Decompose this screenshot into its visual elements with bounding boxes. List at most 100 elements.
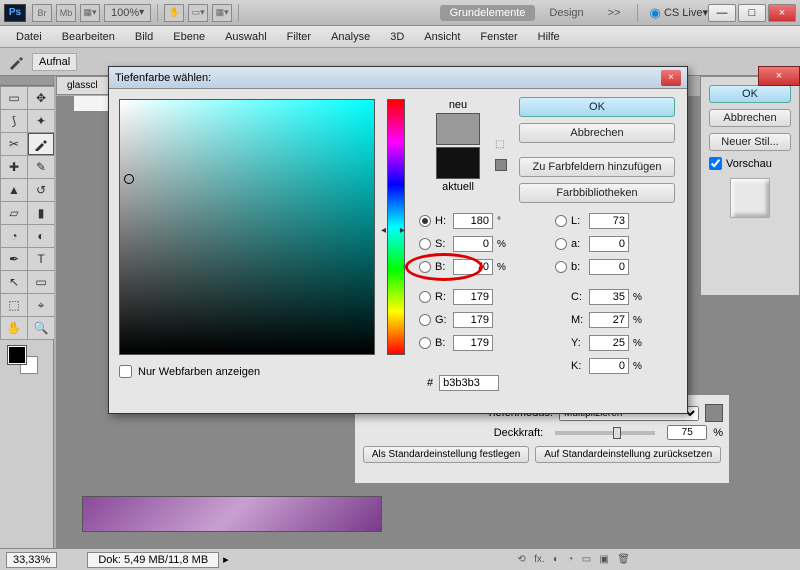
color-libraries-button[interactable]: Farbbibliotheken xyxy=(519,183,675,203)
blur-tool[interactable]: ◔ xyxy=(1,225,27,247)
3d-camera-tool[interactable]: ⌖ xyxy=(28,294,54,316)
zoom-select[interactable]: 100% ▾ xyxy=(104,4,151,22)
input-a[interactable] xyxy=(589,236,629,252)
document-tab[interactable]: glasscl xyxy=(56,76,109,95)
path-tool[interactable]: ↖ xyxy=(1,271,27,293)
options-aufnal[interactable]: Aufnal xyxy=(32,53,77,71)
brush-tool[interactable]: ✎ xyxy=(28,156,54,178)
eyedropper-tool[interactable] xyxy=(28,133,54,155)
input-s[interactable] xyxy=(453,236,493,252)
input-k[interactable] xyxy=(589,358,629,374)
side-ok-button[interactable]: OK xyxy=(709,85,791,103)
current-color-swatch[interactable] xyxy=(436,147,480,179)
input-g[interactable] xyxy=(453,312,493,328)
saturation-value-field[interactable] xyxy=(119,99,375,355)
crop-tool[interactable]: ✂ xyxy=(1,133,27,155)
radio-h[interactable] xyxy=(419,215,431,227)
menu-ebene[interactable]: Ebene xyxy=(163,28,215,46)
tab-grundelemente[interactable]: Grundelemente xyxy=(440,5,536,21)
heal-tool[interactable]: ✚ xyxy=(1,156,27,178)
input-c[interactable] xyxy=(589,289,629,305)
preview-checkbox[interactable] xyxy=(709,157,722,170)
menu-filter[interactable]: Filter xyxy=(277,28,321,46)
websafe-checkbox[interactable] xyxy=(119,365,132,378)
set-default-button[interactable]: Als Standardeinstellung festlegen xyxy=(363,446,529,463)
hue-thumb[interactable]: ◂ ▸ xyxy=(381,225,405,236)
input-m[interactable] xyxy=(589,312,629,328)
side-newstyle-button[interactable]: Neuer Stil... xyxy=(709,133,791,151)
3d-tool[interactable]: ⬚ xyxy=(1,294,27,316)
cube-icon[interactable]: ⬚ xyxy=(495,139,504,150)
input-b[interactable] xyxy=(453,259,493,275)
radio-lb[interactable] xyxy=(555,261,567,273)
menu-bearbeiten[interactable]: Bearbeiten xyxy=(52,28,125,46)
tiefen-color-swatch[interactable] xyxy=(705,404,723,422)
type-tool[interactable]: T xyxy=(28,248,54,270)
radio-b[interactable] xyxy=(419,261,431,273)
cp-cancel-button[interactable]: Abbrechen xyxy=(519,123,675,143)
input-y[interactable] xyxy=(589,335,629,351)
hand-tool[interactable]: ✋ xyxy=(1,317,27,339)
dialog-close-button[interactable]: × xyxy=(661,70,681,86)
toolbox-header[interactable] xyxy=(0,76,53,86)
shape-tool[interactable]: ▭ xyxy=(28,271,54,293)
tab-design[interactable]: Design xyxy=(539,5,593,21)
menu-analyse[interactable]: Analyse xyxy=(321,28,380,46)
view-mode-icon[interactable]: ▦▾ xyxy=(80,4,100,22)
tab-more[interactable]: >> xyxy=(598,5,631,21)
reset-default-button[interactable]: Auf Standardeinstellung zurücksetzen xyxy=(535,446,721,463)
window-maximize[interactable]: □ xyxy=(738,4,766,22)
layer-panel-icons[interactable]: ⟲ fx. ◐ ◔ ▭ ▣ 🗑 xyxy=(517,550,630,568)
wand-tool[interactable]: ✦ xyxy=(28,110,54,132)
menu-ansicht[interactable]: Ansicht xyxy=(414,28,470,46)
side-dialog-close[interactable]: × xyxy=(758,66,800,86)
cp-ok-button[interactable]: OK xyxy=(519,97,675,117)
radio-g[interactable] xyxy=(419,314,431,326)
pen-tool[interactable]: ✒ xyxy=(1,248,27,270)
lasso-tool[interactable]: ⟆ xyxy=(1,110,27,132)
radio-l[interactable] xyxy=(555,215,567,227)
radio-s[interactable] xyxy=(419,238,431,250)
minibridge-icon[interactable]: Mb xyxy=(56,4,76,22)
deckkraft-input[interactable] xyxy=(667,425,707,440)
marquee-tool[interactable]: ▭ xyxy=(1,87,27,109)
menu-hilfe[interactable]: Hilfe xyxy=(528,28,570,46)
window-minimize[interactable]: — xyxy=(708,4,736,22)
side-cancel-button[interactable]: Abbrechen xyxy=(709,109,791,127)
radio-r[interactable] xyxy=(419,291,431,303)
move-tool[interactable]: ✥ xyxy=(28,87,54,109)
input-l[interactable] xyxy=(589,213,629,229)
foreground-color-swatch[interactable] xyxy=(8,346,26,364)
cslive-button[interactable]: ◉ CS Live ▾ xyxy=(650,5,708,21)
menu-bild[interactable]: Bild xyxy=(125,28,163,46)
menu-datei[interactable]: Datei xyxy=(6,28,52,46)
dodge-tool[interactable]: ◐ xyxy=(28,225,54,247)
zoom-status[interactable]: 33,33% xyxy=(6,552,57,568)
stamp-tool[interactable]: ▲ xyxy=(1,179,27,201)
input-lb[interactable] xyxy=(589,259,629,275)
menu-fenster[interactable]: Fenster xyxy=(470,28,527,46)
hex-input[interactable] xyxy=(439,375,499,391)
radio-bb[interactable] xyxy=(419,337,431,349)
menu-3d[interactable]: 3D xyxy=(380,28,414,46)
input-h[interactable] xyxy=(453,213,493,229)
window-close[interactable]: × xyxy=(768,4,796,22)
gradient-tool[interactable]: ▮ xyxy=(28,202,54,224)
add-swatch-button[interactable]: Zu Farbfeldern hinzufügen xyxy=(519,157,675,177)
eyedropper-tool-icon[interactable] xyxy=(6,53,26,71)
menu-auswahl[interactable]: Auswahl xyxy=(215,28,277,46)
screen-icon[interactable]: ▭▾ xyxy=(188,4,208,22)
photoshop-icon[interactable]: Ps xyxy=(4,4,26,22)
dok-status[interactable]: Dok: 5,49 MB/11,8 MB xyxy=(87,552,219,568)
radio-a[interactable] xyxy=(555,238,567,250)
input-r[interactable] xyxy=(453,289,493,305)
zoom-tool[interactable]: 🔍 xyxy=(28,317,54,339)
arrange-icon[interactable]: ▦▾ xyxy=(212,4,232,22)
deckkraft-slider[interactable] xyxy=(555,431,655,435)
input-bb[interactable] xyxy=(453,335,493,351)
hand-icon[interactable]: ✋ xyxy=(164,4,184,22)
eraser-tool[interactable]: ▱ xyxy=(1,202,27,224)
websafe-swatch[interactable] xyxy=(495,159,507,171)
bridge-icon[interactable]: Br xyxy=(32,4,52,22)
history-brush-tool[interactable]: ↺ xyxy=(28,179,54,201)
